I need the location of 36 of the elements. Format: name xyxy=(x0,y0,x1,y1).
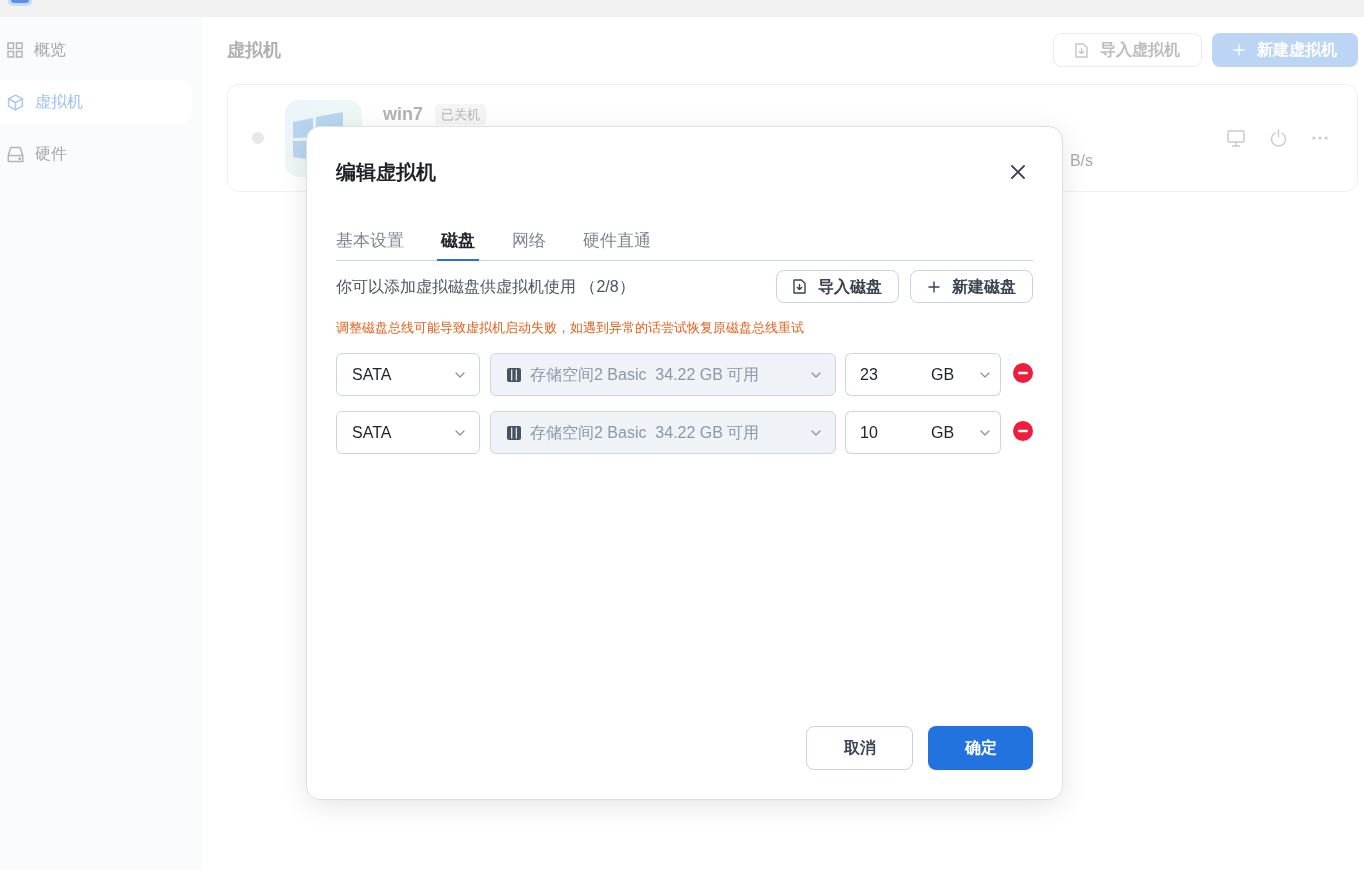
app-logo-icon xyxy=(8,0,32,6)
storage-icon xyxy=(507,367,521,382)
new-disk-button[interactable]: 新建磁盘 xyxy=(910,270,1033,303)
plus-icon xyxy=(927,280,940,293)
close-icon[interactable] xyxy=(1011,165,1025,179)
cube-icon xyxy=(7,93,24,111)
dialog-tab[interactable]: 磁盘 xyxy=(437,229,479,261)
file-import-icon xyxy=(793,279,806,294)
chevron-down-icon xyxy=(811,371,821,378)
chevron-down-icon xyxy=(811,429,821,436)
page-title: 虚拟机 xyxy=(227,38,281,62)
confirm-button[interactable]: 确定 xyxy=(928,726,1033,770)
hard-drive-icon xyxy=(7,145,24,163)
bus-select[interactable]: SATA xyxy=(336,353,480,396)
vm-status-badge: 已关机 xyxy=(435,103,486,126)
grid-icon xyxy=(7,42,23,58)
dialog-tab[interactable]: 硬件直通 xyxy=(579,229,655,261)
disk-description: 你可以添加虚拟磁盘供虚拟机使用 （2/8） xyxy=(336,276,635,297)
chevron-down-icon xyxy=(455,429,465,436)
storage-icon xyxy=(507,425,521,440)
remove-icon[interactable] xyxy=(1013,421,1033,441)
vm-stat-text: B/s xyxy=(1069,151,1093,171)
remove-icon[interactable] xyxy=(1013,363,1033,383)
sidebar-item[interactable]: 硬件 xyxy=(0,132,192,176)
warning-text: 调整磁盘总线可能导致虚拟机启动失败，如遇到异常的话尝试恢复原磁盘总线重试 xyxy=(336,319,805,337)
cancel-button[interactable]: 取消 xyxy=(806,726,913,770)
dialog-tab[interactable]: 基本设置 xyxy=(332,229,408,261)
dialog-title: 编辑虚拟机 xyxy=(336,160,436,185)
dialog-tab[interactable]: 网络 xyxy=(508,229,550,261)
plus-icon xyxy=(1233,44,1245,56)
bus-select[interactable]: SATA xyxy=(336,411,480,454)
chevron-down-icon xyxy=(455,371,465,378)
vm-name: win7 xyxy=(383,103,423,126)
sidebar-item[interactable]: 概览 xyxy=(0,28,192,72)
import-disk-button[interactable]: 导入磁盘 xyxy=(776,270,899,303)
file-import-icon xyxy=(1075,42,1088,58)
